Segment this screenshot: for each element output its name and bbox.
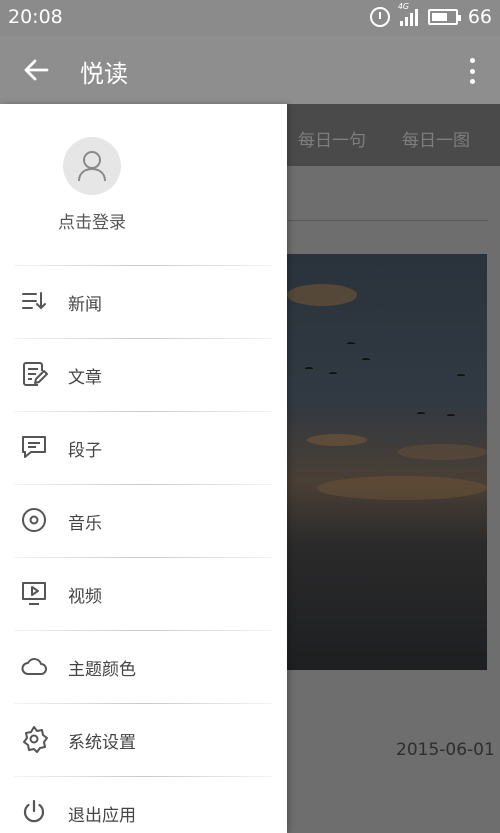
tab-daily-picture[interactable]: 每日一图 xyxy=(402,126,470,151)
menu-item-theme-color[interactable]: 主题颜色 xyxy=(0,630,287,703)
menu-label: 退出应用 xyxy=(68,806,136,826)
menu-label: 音乐 xyxy=(68,514,102,534)
status-icons: 4G 66 xyxy=(369,2,492,28)
battery-icon xyxy=(427,9,461,25)
news-list-icon xyxy=(22,292,46,310)
user-icon xyxy=(78,151,106,182)
avatar[interactable] xyxy=(63,137,121,195)
daily-photo xyxy=(287,254,487,670)
menu-item-article[interactable]: 文章 xyxy=(0,338,287,411)
status-bar: 20:08 4G 66 xyxy=(0,0,500,36)
menu-label: 主题颜色 xyxy=(68,660,136,680)
message-icon xyxy=(22,436,46,458)
status-time: 20:08 xyxy=(8,6,63,28)
cloud-icon xyxy=(21,658,47,675)
settings-gear-icon xyxy=(23,726,48,753)
video-play-icon xyxy=(22,582,46,605)
menu-item-music[interactable]: 音乐 xyxy=(0,484,287,557)
back-arrow-icon[interactable] xyxy=(22,56,50,84)
app-title: 悦读 xyxy=(80,60,128,88)
tab-daily-sentence[interactable]: 每日一句 xyxy=(298,126,366,151)
menu-label: 系统设置 xyxy=(68,733,136,753)
signal-icon: 4G xyxy=(398,2,418,26)
article-edit-icon xyxy=(23,362,48,386)
menu-item-video[interactable]: 视频 xyxy=(0,557,287,630)
music-disc-icon xyxy=(22,508,46,532)
menu-item-jokes[interactable]: 段子 xyxy=(0,411,287,484)
menu-label: 新闻 xyxy=(68,295,102,315)
menu-item-exit[interactable]: 退出应用 xyxy=(0,776,287,833)
menu-label: 段子 xyxy=(68,441,102,461)
photo-date: 2015-06-01 xyxy=(396,740,495,760)
drawer-menu: 新闻 文章 段子 音乐 视频 主题颜色 系统设置 退出应用 xyxy=(0,265,287,833)
more-options-icon[interactable] xyxy=(470,58,476,84)
login-link[interactable]: 点击登录 xyxy=(0,208,184,233)
alarm-icon xyxy=(369,7,390,27)
battery-level: 66 xyxy=(467,6,492,28)
content-divider xyxy=(287,220,488,221)
app-bar: 悦读 xyxy=(0,36,500,104)
menu-label: 视频 xyxy=(68,587,102,607)
menu-label: 文章 xyxy=(68,368,102,388)
power-icon xyxy=(23,799,45,823)
menu-item-news[interactable]: 新闻 xyxy=(0,265,287,338)
navigation-drawer: 点击登录 新闻 文章 段子 音乐 视频 主题颜色 系统设置 退出应用 xyxy=(0,104,287,833)
network-type: 4G xyxy=(397,2,410,11)
menu-item-settings[interactable]: 系统设置 xyxy=(0,703,287,776)
